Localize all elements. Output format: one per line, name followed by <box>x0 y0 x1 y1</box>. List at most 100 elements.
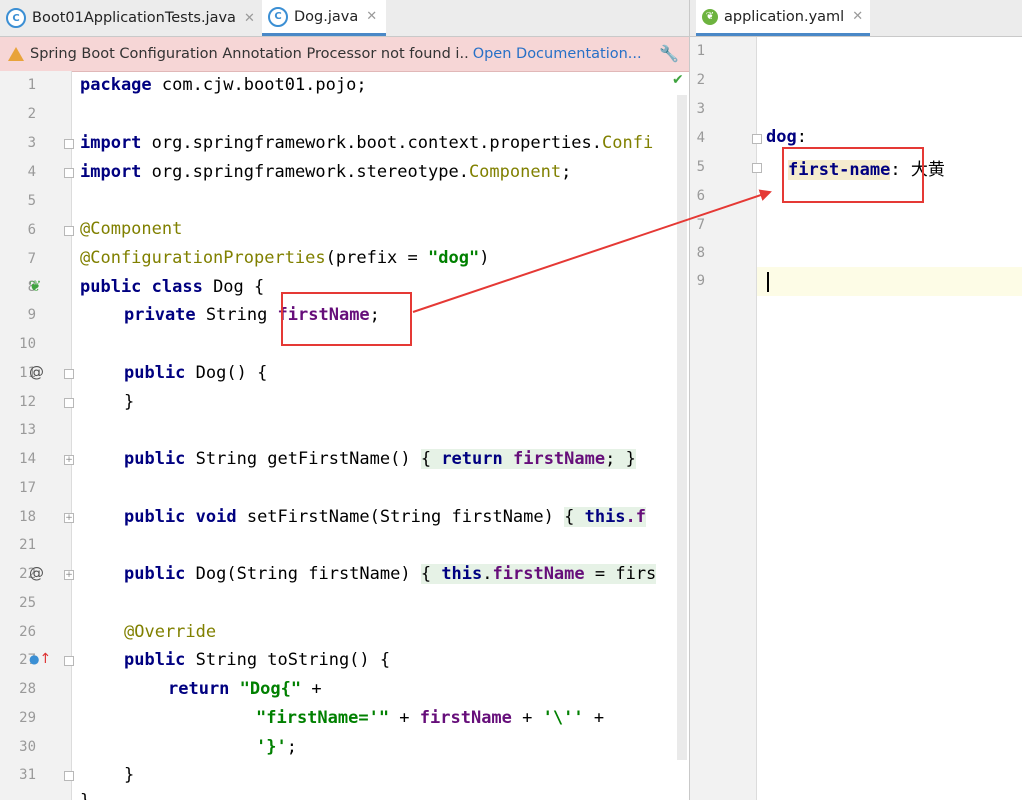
code-line[interactable]: public void setFirstName(String firstNam… <box>124 507 647 527</box>
line-number: 9 <box>696 273 705 289</box>
code-line[interactable]: public class Dog { <box>80 277 264 297</box>
editor-left-pane[interactable]: C Boot01ApplicationTests.java ✕ C Dog.ja… <box>0 0 689 800</box>
code-text: com.cjw.boot01.pojo; <box>151 75 367 95</box>
right-tab-bar: ❦ application.yaml ✕ <box>690 0 1022 37</box>
code-line[interactable]: package com.cjw.boot01.pojo; <box>80 75 367 95</box>
code-text: } <box>80 791 90 800</box>
notification-message: Spring Boot Configuration Annotation Pro… <box>30 46 469 62</box>
line-number: 1 <box>696 43 705 59</box>
field-reference: firstName <box>512 449 606 469</box>
line-number: 17 <box>19 480 36 496</box>
close-icon[interactable]: ✕ <box>244 11 255 26</box>
warning-icon <box>8 47 24 61</box>
tab-boot01-application-tests[interactable]: C Boot01ApplicationTests.java ✕ <box>0 0 258 36</box>
line-number: 30 <box>19 739 36 755</box>
code-text: ) <box>479 248 490 268</box>
line-number: 9 <box>27 307 36 323</box>
line-number: 3 <box>27 135 36 151</box>
fold-expand-icon[interactable]: + <box>64 570 74 580</box>
string-literal: "Dog{" <box>239 679 302 699</box>
annotation: @Override <box>124 622 217 642</box>
fold-marker-icon[interactable] <box>64 139 74 149</box>
line-number: 3 <box>696 101 705 117</box>
code-line[interactable]: @Override <box>124 622 216 642</box>
open-documentation-link[interactable]: Open Documentation... <box>473 46 642 62</box>
string-literal: "dog" <box>428 248 480 268</box>
line-number: 5 <box>27 193 36 209</box>
fold-expand-icon[interactable]: + <box>64 513 74 523</box>
code-text: Confi <box>602 133 654 153</box>
fold-marker-icon[interactable] <box>64 771 74 781</box>
tab-label: Dog.java <box>294 8 359 25</box>
fold-expand-icon[interactable]: + <box>64 455 74 465</box>
fold-marker-icon[interactable] <box>64 656 74 666</box>
code-line[interactable]: @Component <box>80 219 182 239</box>
fold-marker-icon[interactable] <box>64 226 74 236</box>
close-icon[interactable]: ✕ <box>852 9 863 24</box>
keyword: public <box>124 650 186 670</box>
code-text: + <box>389 708 420 728</box>
code-line[interactable]: } <box>80 791 90 800</box>
folded-region[interactable]: { return firstName; } <box>420 449 636 469</box>
tab-application-yaml[interactable]: ❦ application.yaml ✕ <box>696 0 870 36</box>
code-text: ; } <box>605 449 636 469</box>
line-number: 1 <box>27 77 36 93</box>
code-line[interactable]: public Dog() { <box>124 363 267 383</box>
line-number: 6 <box>27 222 36 238</box>
editor-right-pane[interactable]: ❦ application.yaml ✕ 1 2 3 4 5 6 7 8 9 d… <box>690 0 1022 800</box>
at-override-icon[interactable]: @ <box>29 363 44 381</box>
close-icon[interactable]: ✕ <box>366 9 377 24</box>
keyword: public <box>124 363 186 383</box>
tab-dog-java[interactable]: C Dog.java ✕ <box>262 0 386 36</box>
code-line[interactable]: public String toString() { <box>124 650 390 670</box>
keyword: public class <box>80 277 203 297</box>
class-icon: C <box>268 6 288 27</box>
vertical-scrollbar[interactable] <box>677 95 687 760</box>
code-line[interactable]: public String getFirstName() { return fi… <box>124 449 636 469</box>
code-line[interactable]: '}'; <box>256 737 297 757</box>
field-reference: firstName <box>492 564 585 584</box>
line-number-gutter: 1 2 3 4 5 6 7 8 9 10 11 12 13 14 17 18 2… <box>0 71 74 800</box>
at-override-icon[interactable]: @ <box>29 564 44 582</box>
wrench-icon[interactable]: 🔧 <box>659 44 679 63</box>
folded-region[interactable]: { this.f <box>564 507 647 527</box>
fold-marker-icon[interactable] <box>64 398 74 408</box>
fold-marker-icon[interactable] <box>752 163 762 173</box>
left-tab-bar: C Boot01ApplicationTests.java ✕ C Dog.ja… <box>0 0 689 37</box>
code-line[interactable]: import org.springframework.boot.context.… <box>80 133 653 153</box>
line-number: 28 <box>19 681 36 697</box>
spring-bean-icon[interactable]: ❦ <box>29 277 42 295</box>
code-line[interactable]: @ConfigurationProperties(prefix = "dog") <box>80 248 489 268</box>
code-text: + <box>301 679 322 699</box>
code-line[interactable]: return "Dog{" + <box>168 679 322 699</box>
code-line[interactable]: public Dog(String firstName) { this.firs… <box>124 564 657 584</box>
inspection-ok-icon[interactable]: ✔ <box>672 72 684 88</box>
fold-marker-icon[interactable] <box>64 369 74 379</box>
keyword: this <box>584 507 626 527</box>
code-text: Dog { <box>202 277 265 297</box>
code-text: setFirstName(String firstName) <box>236 507 565 527</box>
code-line[interactable]: } <box>124 765 134 785</box>
keyword: import <box>80 162 142 182</box>
code-text: org.springframework.stereotype. <box>141 162 469 182</box>
line-number: 13 <box>19 422 36 438</box>
code-line[interactable]: } <box>124 392 134 412</box>
tab-label: Boot01ApplicationTests.java <box>32 10 236 26</box>
code-line[interactable]: "firstName='" + firstName + '\'' + <box>256 708 604 728</box>
yaml-line[interactable]: dog: <box>766 127 807 147</box>
string-literal: "firstName='" <box>256 708 390 728</box>
line-number: 25 <box>19 595 36 611</box>
code-line[interactable]: import org.springframework.stereotype.Co… <box>80 162 571 182</box>
fold-marker-icon[interactable] <box>64 168 74 178</box>
code-text: } <box>124 765 135 785</box>
fold-marker-icon[interactable] <box>752 134 762 144</box>
code-text: { <box>564 507 585 527</box>
folded-region[interactable]: { this.firstName = firs <box>420 564 657 584</box>
override-up-arrow-icon[interactable]: ●↑ <box>29 651 51 667</box>
code-text: . <box>482 564 493 584</box>
line-number: 4 <box>696 130 705 146</box>
keyword: public <box>124 449 186 469</box>
highlight-box-first-name-field <box>281 292 412 346</box>
